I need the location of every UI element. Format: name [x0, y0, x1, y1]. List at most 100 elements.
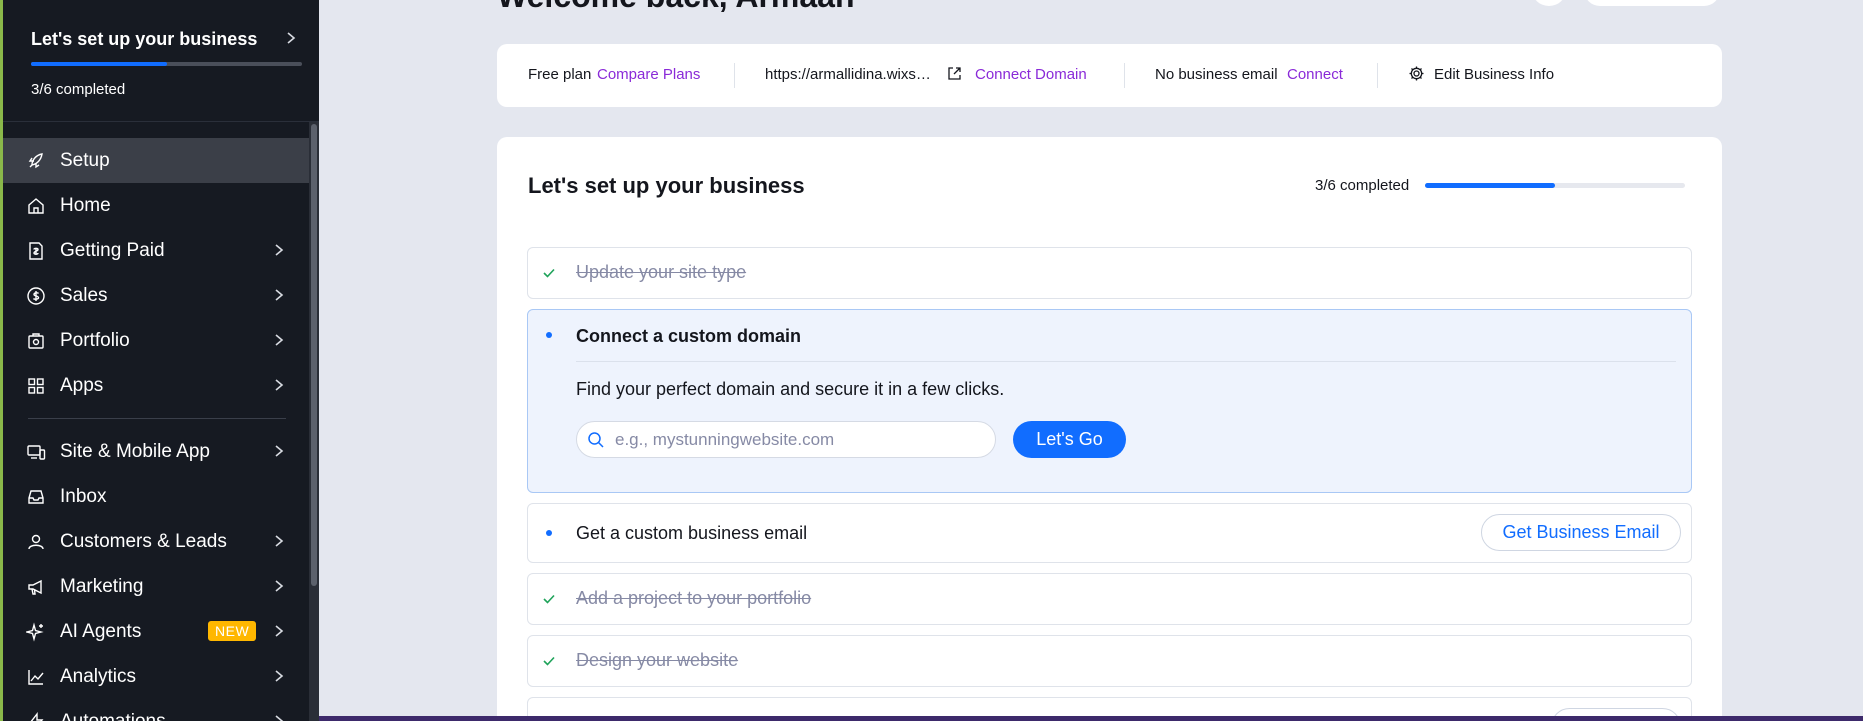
- sidebar-item-site-mobile-app[interactable]: Site & Mobile App: [3, 429, 309, 474]
- analytics-icon: [28, 670, 44, 685]
- sparkle-icon: [26, 622, 44, 642]
- external-link-icon[interactable]: [946, 65, 963, 82]
- sidebar-item-label: Apps: [60, 375, 104, 396]
- step-design-website[interactable]: Design your website: [527, 635, 1692, 687]
- step-add-portfolio-project[interactable]: Add a project to your portfolio: [527, 573, 1692, 625]
- setup-card-status: 3/6 completed: [1315, 177, 1410, 194]
- sidebar-item-automations[interactable]: Automations: [3, 699, 309, 721]
- home-icon: [28, 198, 44, 214]
- devices-icon: [27, 445, 46, 460]
- step-update-site-type[interactable]: Update your site type: [527, 247, 1692, 299]
- gear-icon: [1409, 66, 1424, 81]
- get-business-email-button[interactable]: Get Business Email: [1481, 514, 1681, 551]
- sidebar-item-label: Customers & Leads: [60, 531, 227, 552]
- sidebar-setup-title: Let's set up your business: [31, 29, 258, 49]
- site-url-text: https://armallidina.wixs…: [765, 66, 931, 83]
- domain-search-input[interactable]: [615, 428, 987, 452]
- step-label: Get a custom business email: [576, 523, 808, 543]
- setup-checklist-card: Let's set up your business 3/6 completed…: [497, 137, 1722, 721]
- sidebar-item-getting-paid[interactable]: Getting Paid: [3, 228, 309, 273]
- sidebar-item-label: Sales: [60, 285, 108, 306]
- sidebar-scroll-thumb[interactable]: [311, 124, 317, 586]
- apps-icon: [28, 378, 44, 394]
- chevron-right-icon: [275, 334, 284, 346]
- sidebar-divider: [28, 418, 286, 419]
- chevron-right-icon: [275, 244, 284, 256]
- sidebar-item-label: AI Agents: [60, 621, 142, 642]
- welcome-heading: Welcome back, Armaan: [497, 0, 854, 15]
- search-icon: [588, 432, 604, 448]
- rocket-icon: [28, 153, 43, 169]
- sidebar-item-marketing[interactable]: Marketing: [3, 564, 309, 609]
- sidebar-setup-progress-fill: [31, 62, 167, 66]
- step-connect-custom-domain[interactable]: Connect a custom domain Find your perfec…: [527, 309, 1692, 493]
- edit-business-info-link[interactable]: Edit Business Info: [1434, 66, 1554, 83]
- sidebar-item-label: Analytics: [60, 666, 137, 687]
- customers-icon: [28, 534, 44, 550]
- sidebar-item-home[interactable]: Home: [3, 183, 309, 228]
- info-separator: [1124, 63, 1125, 88]
- step-label: Update your site type: [576, 262, 747, 282]
- dollar-icon: [27, 287, 45, 305]
- bottom-edge-bar: [319, 716, 1863, 721]
- step-custom-business-email[interactable]: Get a custom business email Get Business…: [527, 503, 1692, 563]
- sidebar-item-customers-leads[interactable]: Customers & Leads: [3, 519, 309, 564]
- step-label: Connect a custom domain: [576, 326, 802, 346]
- chevron-right-icon: [287, 32, 296, 44]
- connect-email-link[interactable]: Connect: [1287, 66, 1343, 83]
- sidebar-item-label: Site & Mobile App: [60, 441, 210, 462]
- sidebar-scrollbar[interactable]: [309, 122, 319, 721]
- lets-go-button[interactable]: Let's Go: [1013, 421, 1126, 458]
- portfolio-icon: [28, 333, 44, 349]
- info-separator: [734, 63, 735, 88]
- sidebar-item-setup[interactable]: Setup: [3, 138, 309, 183]
- plan-text: Free plan: [528, 66, 592, 83]
- sidebar-item-inbox[interactable]: Inbox: [3, 474, 309, 519]
- sidebar-item-sales[interactable]: Sales: [3, 273, 309, 318]
- sidebar-setup-status: 3/6 completed: [31, 81, 126, 98]
- compare-plans-link[interactable]: Compare Plans: [597, 66, 700, 83]
- setup-card-progress-fill: [1425, 183, 1555, 188]
- domain-search-field[interactable]: [576, 421, 996, 458]
- setup-card-progress: [1425, 183, 1685, 188]
- bullet-icon: [546, 530, 552, 536]
- check-icon: [543, 594, 555, 604]
- bolt-icon: [30, 712, 44, 721]
- sidebar-item-ai-agents[interactable]: AI Agents NEW: [3, 609, 309, 654]
- chevron-right-icon: [275, 445, 284, 457]
- chevron-right-icon: [275, 580, 284, 592]
- step-label: Design your website: [576, 650, 739, 670]
- inbox-icon: [28, 490, 44, 504]
- business-info-bar: Free plan Compare Plans https://armallid…: [497, 44, 1722, 107]
- sidebar-item-label: Setup: [60, 150, 110, 171]
- sidebar-item-label: Automations: [60, 711, 166, 721]
- check-icon: [543, 656, 555, 666]
- step-label: Add a project to your portfolio: [576, 588, 812, 608]
- sidebar-item-label: Marketing: [60, 576, 144, 597]
- chevron-right-icon: [275, 670, 284, 682]
- sidebar-item-label: Inbox: [60, 486, 107, 507]
- sidebar-item-label: Home: [60, 195, 111, 216]
- sidebar-item-apps[interactable]: Apps: [3, 363, 309, 408]
- header-pill-button[interactable]: [1584, 0, 1720, 6]
- sidebar-item-portfolio[interactable]: Portfolio: [3, 318, 309, 363]
- chevron-right-icon: [275, 535, 284, 547]
- sidebar-setup-progress: [31, 62, 302, 66]
- check-icon: [543, 268, 555, 278]
- chevron-right-icon: [275, 715, 284, 721]
- no-business-email-text: No business email: [1155, 66, 1278, 83]
- info-separator: [1377, 63, 1378, 88]
- header-circle-button[interactable]: [1532, 0, 1566, 6]
- chevron-right-icon: [275, 289, 284, 301]
- sidebar-item-analytics[interactable]: Analytics: [3, 654, 309, 699]
- setup-card-title: Let's set up your business: [528, 173, 805, 198]
- sidebar-item-label: Getting Paid: [60, 240, 165, 261]
- step-divider: [576, 361, 1676, 362]
- chevron-right-icon: [275, 625, 284, 637]
- connect-domain-link[interactable]: Connect Domain: [975, 66, 1087, 83]
- megaphone-icon: [28, 579, 42, 595]
- bullet-icon: [546, 332, 552, 338]
- invoice-icon: [29, 242, 43, 260]
- sidebar: Let's set up your business 3/6 completed…: [0, 0, 319, 721]
- sidebar-setup-card[interactable]: Let's set up your business 3/6 completed: [3, 0, 319, 122]
